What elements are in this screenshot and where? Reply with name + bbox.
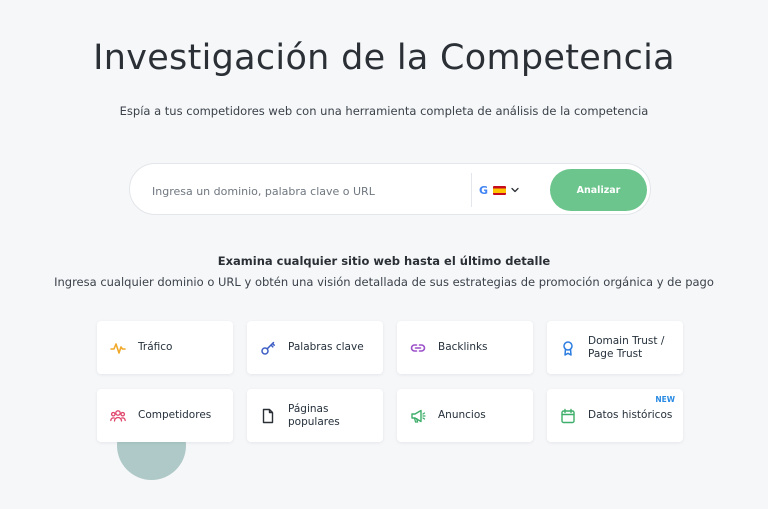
feature-card-traffic[interactable]: Tráfico (97, 321, 233, 374)
feature-card-keywords[interactable]: Palabras clave (247, 321, 383, 374)
feature-card-label: Datos históricos (588, 409, 673, 421)
feature-card-competitors[interactable]: Competidores (97, 389, 233, 442)
feature-card-ads[interactable]: Anuncios (397, 389, 533, 442)
new-badge: NEW (655, 395, 675, 404)
database-selector[interactable]: G (478, 181, 528, 199)
key-icon (260, 340, 276, 356)
feature-card-label: Palabras clave (288, 341, 364, 353)
calendar-icon (560, 408, 576, 424)
chevron-down-icon (511, 187, 519, 193)
feature-card-label: Páginas populares (288, 402, 340, 428)
page-title: Investigación de la Competencia (93, 38, 675, 78)
google-icon: G (478, 183, 489, 197)
feature-card-label: Tráfico (138, 341, 173, 353)
feature-card-historical-data[interactable]: Datos históricos NEW (547, 389, 683, 442)
award-icon (560, 340, 576, 356)
feature-card-top-pages[interactable]: Páginas populares (247, 389, 383, 442)
page-icon (260, 408, 276, 424)
intro-text: Ingresa cualquier dominio o URL y obtén … (54, 275, 714, 289)
search-input[interactable] (150, 178, 469, 204)
link-icon (410, 340, 426, 356)
feature-card-label: Anuncios (438, 409, 486, 421)
pulse-icon (110, 340, 126, 356)
users-icon (110, 408, 126, 424)
feature-card-label: Domain Trust / Page Trust (588, 334, 665, 360)
feature-card-backlinks[interactable]: Backlinks (397, 321, 533, 374)
competitive-research-page: Investigación de la Competencia Espía a … (0, 0, 768, 509)
feature-card-domain-trust[interactable]: Domain Trust / Page Trust (547, 321, 683, 374)
megaphone-icon (410, 408, 426, 424)
search-divider (471, 173, 472, 207)
page-subtitle: Espía a tus competidores web con una her… (119, 104, 649, 118)
intro-heading: Examina cualquier sitio web hasta el últ… (217, 254, 551, 268)
analyze-button[interactable]: Analizar (550, 169, 647, 211)
search-bar: G Analizar (129, 163, 651, 215)
feature-card-label: Backlinks (438, 341, 488, 353)
spain-flag-icon (493, 185, 506, 195)
feature-card-label: Competidores (138, 409, 212, 421)
